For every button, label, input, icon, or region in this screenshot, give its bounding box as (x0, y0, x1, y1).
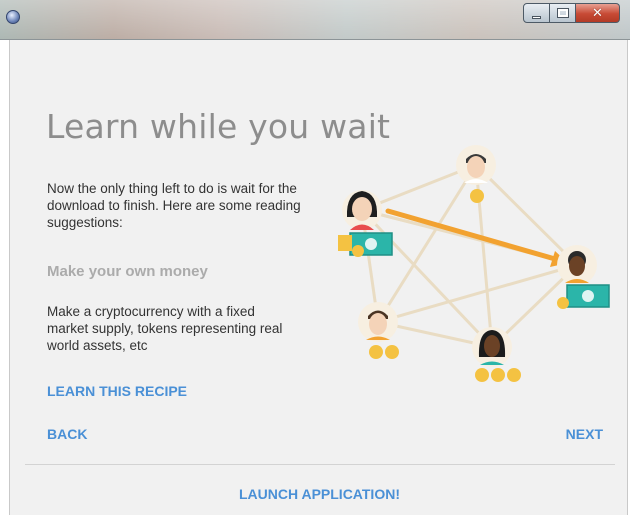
network-illustration (338, 145, 610, 382)
app-icon[interactable] (6, 10, 20, 24)
back-button[interactable]: BACK (47, 426, 87, 442)
coin-icon (557, 297, 569, 309)
coin-icon (475, 368, 489, 382)
close-icon: ✕ (592, 5, 603, 21)
person-avatar (456, 145, 496, 185)
person-avatar (472, 327, 512, 367)
person-avatar (358, 302, 398, 342)
suggestion-title: Make your own money (47, 263, 208, 280)
close-button[interactable]: ✕ (576, 3, 620, 23)
person-avatar (342, 190, 382, 230)
window-controls: ✕ (523, 3, 620, 23)
intro-text: Now the only thing left to do is wait fo… (47, 181, 301, 230)
person-avatar (557, 245, 597, 285)
learn-recipe-link[interactable]: LEARN THIS RECIPE (47, 383, 187, 399)
window-titlebar[interactable]: ✕ (0, 0, 630, 40)
transfer-arrow (385, 208, 568, 267)
next-button[interactable]: NEXT (566, 426, 603, 442)
coin-icon (491, 368, 505, 382)
divider (25, 464, 615, 465)
launch-application-button[interactable]: LAUNCH APPLICATION! (10, 486, 629, 502)
banknote-icon (566, 284, 610, 308)
coin-icon (470, 189, 484, 203)
minimize-button[interactable] (523, 3, 550, 23)
window-content: Learn while you wait Now the only thing … (9, 40, 628, 515)
coin-icon (385, 345, 399, 359)
coin-icon (507, 368, 521, 382)
maximize-icon (556, 8, 569, 18)
coin-icon (369, 345, 383, 359)
maximize-button[interactable] (550, 3, 576, 23)
minimize-icon (532, 15, 541, 19)
suggestion-description: Make a cryptocurrency with a fixed marke… (47, 304, 283, 353)
